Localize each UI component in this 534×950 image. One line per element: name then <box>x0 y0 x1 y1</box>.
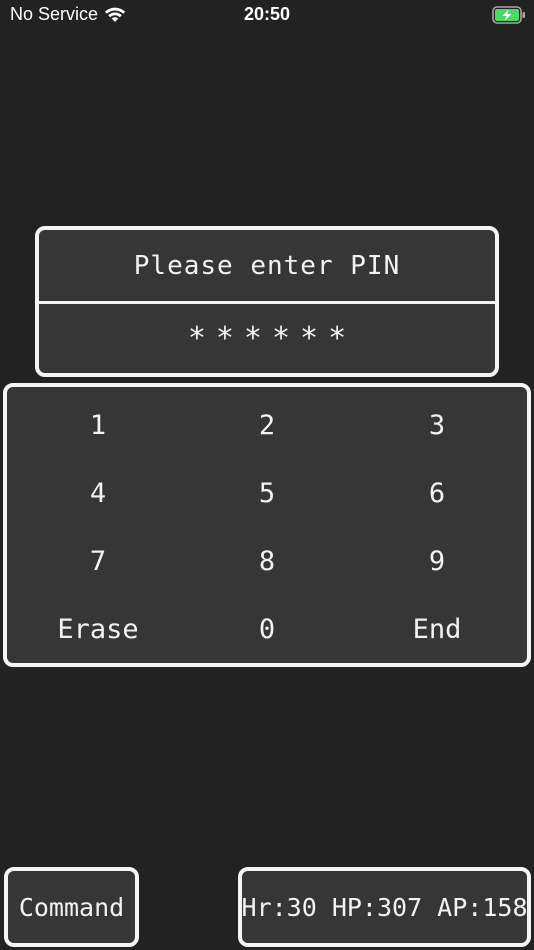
key-3[interactable]: 3 <box>362 395 512 455</box>
status-bar: No Service 20:50 <box>0 0 534 30</box>
pin-panel: Please enter PIN ****** <box>35 226 499 377</box>
pin-prompt: Please enter PIN <box>133 250 401 281</box>
key-9[interactable]: 9 <box>362 531 512 591</box>
key-end[interactable]: End <box>362 599 512 659</box>
stats-display: Hr:30 HP:307 AP:158 <box>238 867 531 947</box>
keypad: 1 2 3 4 5 6 7 8 9 Erase 0 End <box>3 383 531 667</box>
key-6[interactable]: 6 <box>362 463 512 523</box>
key-7[interactable]: 7 <box>23 531 173 591</box>
key-1[interactable]: 1 <box>23 395 173 455</box>
battery-charging-icon <box>492 6 525 24</box>
clock: 20:50 <box>243 4 291 24</box>
key-2[interactable]: 2 <box>192 395 342 455</box>
key-erase[interactable]: Erase <box>23 599 173 659</box>
key-8[interactable]: 8 <box>192 531 342 591</box>
key-0[interactable]: 0 <box>192 599 342 659</box>
screen: No Service 20:50 Please enter PIN ******… <box>0 0 534 950</box>
key-5[interactable]: 5 <box>192 463 342 523</box>
command-button[interactable]: Command <box>4 867 139 947</box>
pin-masked-value: ****** <box>187 321 357 356</box>
key-4[interactable]: 4 <box>23 463 173 523</box>
